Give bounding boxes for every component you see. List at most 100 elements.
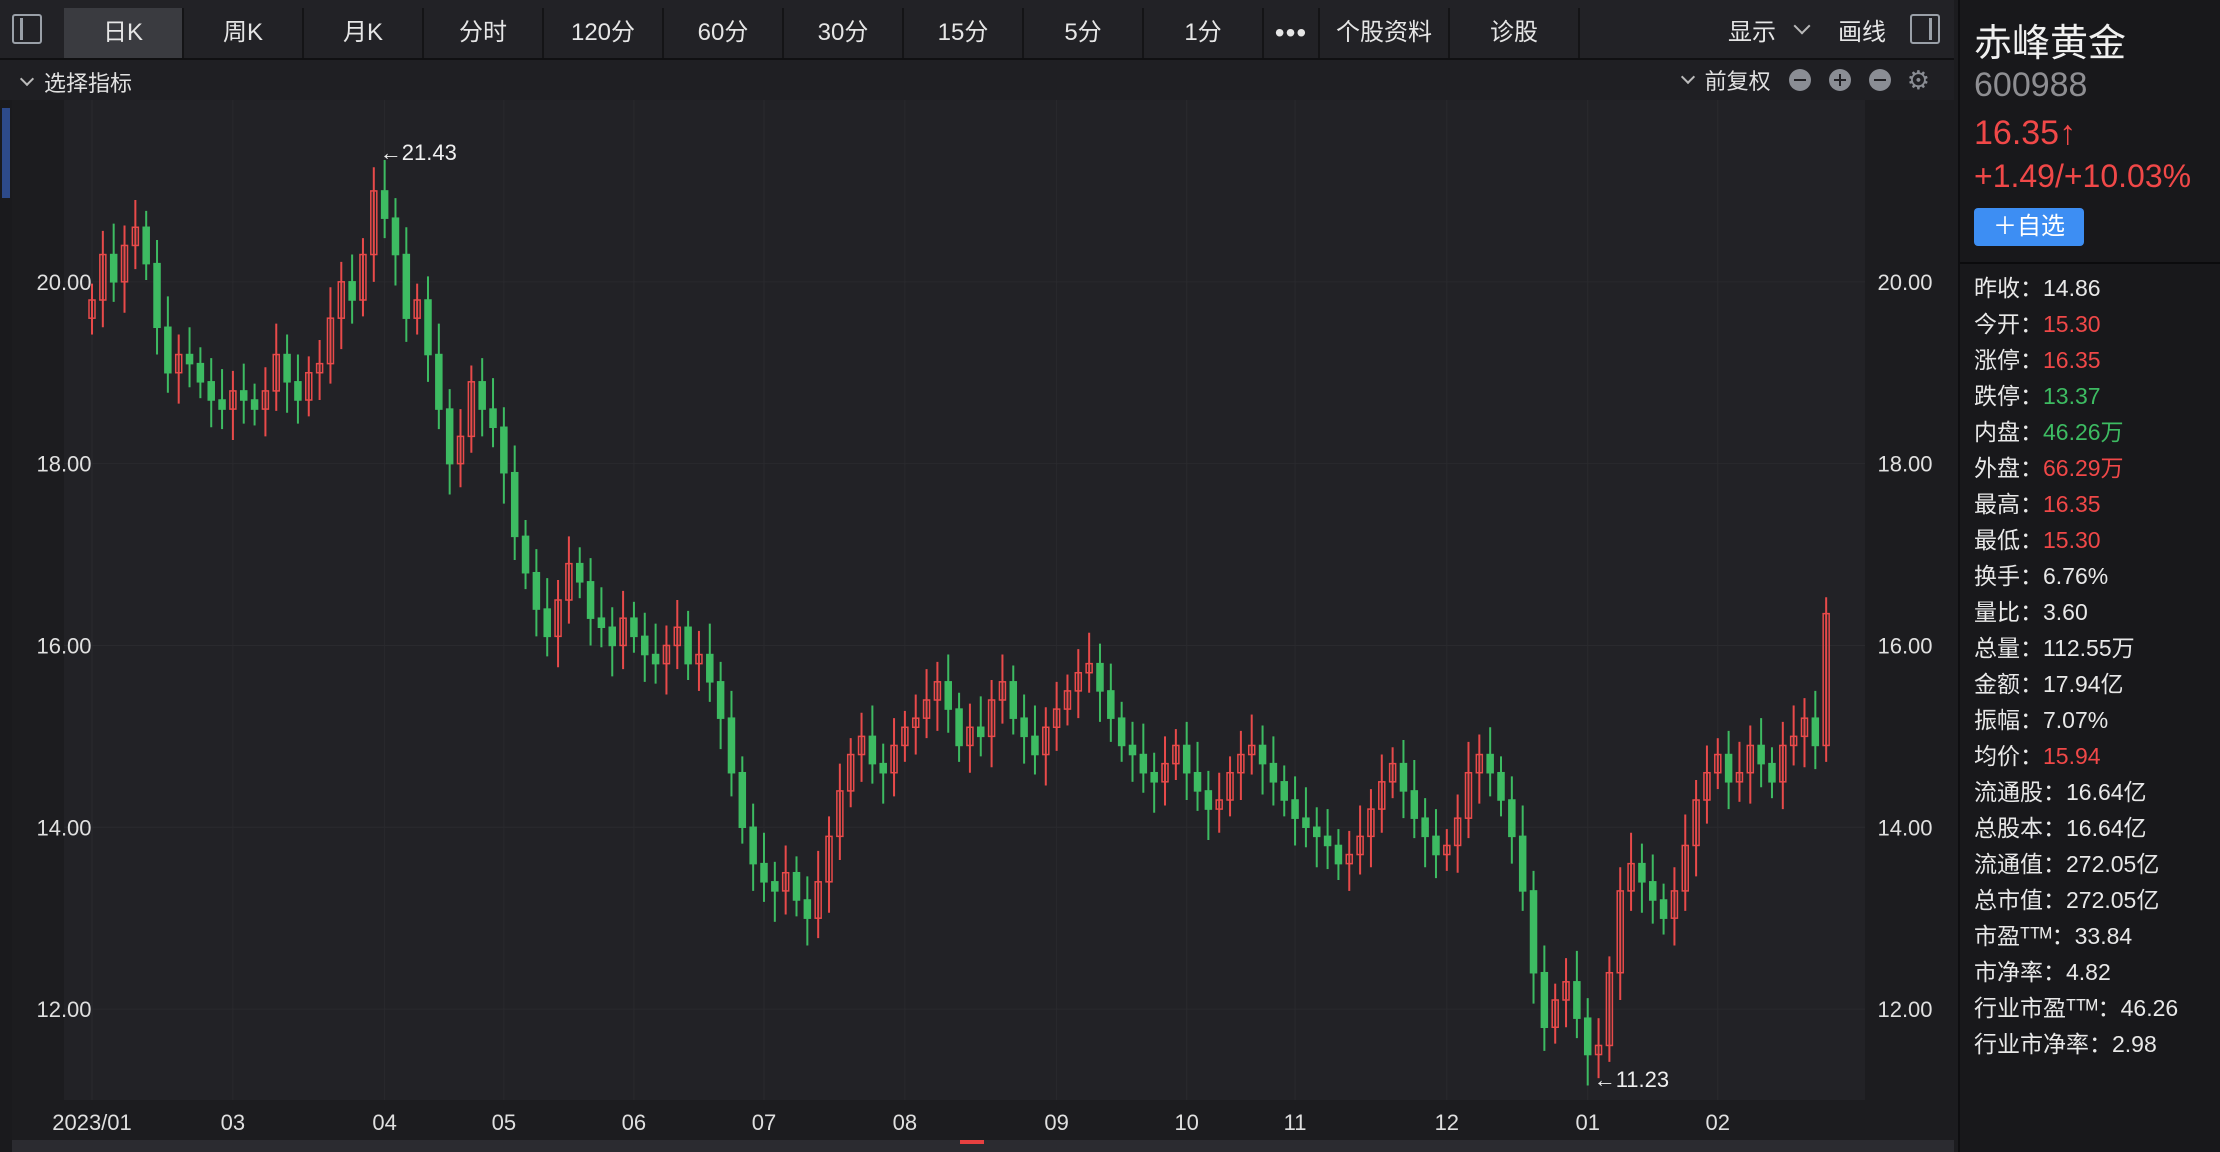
candle-body bbox=[586, 581, 595, 619]
stat-row: 流通值：272.05亿 bbox=[1974, 846, 2178, 882]
candle-body bbox=[1757, 744, 1765, 765]
stat-label: 今开： bbox=[1974, 311, 2043, 337]
candle-body bbox=[1486, 753, 1494, 774]
stat-row: 最高：16.35 bbox=[1974, 486, 2178, 522]
candle-body bbox=[283, 353, 291, 383]
stat-row: 昨收：14.86 bbox=[1974, 270, 2178, 306]
x-tick-label: 2023/01 bbox=[52, 1110, 132, 1135]
y-tick-label-left: 20.00 bbox=[36, 270, 91, 295]
candle-body bbox=[424, 299, 432, 356]
zoom-in-icon[interactable] bbox=[1828, 69, 1851, 91]
stat-label: 昨收： bbox=[1974, 275, 2043, 301]
stat-row: 振幅：7.07% bbox=[1974, 702, 2178, 738]
stat-row: 今开：15.30 bbox=[1974, 306, 2178, 342]
left-strip-marker bbox=[2, 108, 10, 198]
zoom-out-icon[interactable] bbox=[1788, 69, 1811, 91]
more-menu-button[interactable]: ••• bbox=[1264, 8, 1320, 58]
quote-stats: 昨收：14.86 今开：15.30 涨停：16.35 跌停：13.37 内盘：46.26… bbox=[1974, 270, 2178, 1062]
candle-body bbox=[977, 726, 985, 738]
x-tick-label: 02 bbox=[1706, 1110, 1730, 1135]
add-to-watchlist-button[interactable]: ＋自选 bbox=[1974, 208, 2084, 246]
tab-5min[interactable]: 5分 bbox=[1024, 8, 1144, 58]
candle-body bbox=[727, 717, 736, 774]
candle-body bbox=[706, 653, 714, 683]
candle-body bbox=[1280, 781, 1288, 801]
current-price: 16.35↑ bbox=[1974, 114, 2077, 152]
candle-body bbox=[651, 653, 660, 665]
candle-body bbox=[1573, 981, 1581, 1019]
candle-body bbox=[218, 399, 226, 410]
tab-1min[interactable]: 1分 bbox=[1144, 8, 1264, 58]
tab-week-k[interactable]: 周K bbox=[184, 8, 304, 58]
candlestick-chart[interactable]: 12.00 12.00 14.00 14.00 16.00 16.00 18.00 18.00… bbox=[12, 100, 1954, 1140]
candle-body bbox=[1410, 790, 1419, 819]
candle-body bbox=[207, 381, 215, 401]
candle-body bbox=[142, 226, 150, 265]
x-tick-label: 12 bbox=[1435, 1110, 1459, 1135]
candle-body bbox=[575, 562, 584, 583]
candle-body bbox=[1139, 753, 1148, 774]
y-tick-label-right: 16.00 bbox=[1877, 633, 1932, 658]
left-strip bbox=[0, 100, 12, 1152]
stat-row: 市盈ᵀᵀᴹ：33.84 bbox=[1974, 918, 2178, 954]
stat-value: 66.29万 bbox=[2043, 455, 2124, 481]
display-dropdown[interactable]: 显示 bbox=[1728, 12, 1776, 47]
candle-body bbox=[868, 735, 877, 765]
bottom-scrollbar[interactable] bbox=[12, 1140, 1954, 1152]
candle-body bbox=[716, 681, 725, 719]
minimize-icon[interactable] bbox=[1868, 69, 1891, 91]
stat-value: 14.86 bbox=[2043, 275, 2101, 301]
candle-body bbox=[1128, 744, 1137, 756]
diagnose-tab[interactable]: 诊股 bbox=[1450, 8, 1580, 58]
candle-body bbox=[1031, 735, 1039, 756]
quote-panel: 赤峰黄金 600988 16.35↑ +1.49/+10.03% ＋自选 昨收：… bbox=[1958, 0, 2220, 1152]
stat-value: 272.05亿 bbox=[2066, 851, 2160, 877]
stat-row: 外盘：66.29万 bbox=[1974, 450, 2178, 486]
stock-profile-tab[interactable]: 个股资料 bbox=[1320, 8, 1450, 58]
stat-row: 最低：15.30 bbox=[1974, 522, 2178, 558]
stat-row: 内盘：46.26万 bbox=[1974, 414, 2178, 450]
indicator-selector[interactable]: 选择指标 bbox=[18, 66, 132, 98]
candle-body bbox=[1193, 771, 1202, 792]
tab-15min[interactable]: 15分 bbox=[904, 8, 1024, 58]
stat-row: 换手：6.76% bbox=[1974, 558, 2178, 594]
tab-intraday[interactable]: 分时 bbox=[424, 8, 544, 58]
candle-body bbox=[749, 826, 757, 865]
y-tick-label-right: 20.00 bbox=[1877, 270, 1932, 295]
left-panel-toggle-icon[interactable] bbox=[12, 14, 42, 44]
indicator-select-label: 选择指标 bbox=[44, 71, 133, 96]
adjust-mode-dropdown[interactable]: 前复权 bbox=[1705, 64, 1771, 96]
stat-label: 行业市盈ᵀᵀᴹ： bbox=[1974, 995, 2121, 1021]
stat-label: 量比： bbox=[1974, 599, 2043, 625]
chevron-down-icon[interactable] bbox=[1793, 17, 1811, 35]
stat-value: 17.94亿 bbox=[2043, 671, 2124, 697]
candle-body bbox=[1096, 662, 1104, 692]
stat-label: 总股本： bbox=[1974, 815, 2066, 841]
candle-body bbox=[1182, 744, 1191, 774]
y-tick-label-right: 12.00 bbox=[1877, 997, 1932, 1022]
stat-value: 13.37 bbox=[2043, 383, 2101, 409]
tab-60min[interactable]: 60分 bbox=[664, 8, 784, 58]
stat-label: 振幅： bbox=[1974, 707, 2043, 733]
indicator-bar: 选择指标 前复权 ⚙ bbox=[0, 60, 1954, 100]
candle-body bbox=[1768, 762, 1776, 783]
candle-body bbox=[597, 617, 606, 629]
stat-value: 6.76% bbox=[2043, 563, 2109, 589]
candle-body bbox=[1291, 799, 1299, 819]
candle-body bbox=[955, 708, 963, 747]
draw-line-button[interactable]: 画线 bbox=[1838, 12, 1886, 47]
candle-body bbox=[738, 771, 747, 829]
stat-value: 46.26 bbox=[2120, 995, 2179, 1021]
candle-body bbox=[1150, 771, 1158, 783]
y-tick-label-left: 16.00 bbox=[36, 633, 91, 658]
right-panel-toggle-icon[interactable] bbox=[1910, 14, 1940, 44]
y-tick-label-right: 18.00 bbox=[1877, 452, 1932, 477]
tab-120min[interactable]: 120分 bbox=[544, 8, 664, 58]
stat-value: 16.64亿 bbox=[2066, 815, 2147, 841]
tab-month-k[interactable]: 月K bbox=[304, 8, 424, 58]
candle-body bbox=[1204, 790, 1213, 810]
chevron-down-icon[interactable] bbox=[1680, 69, 1695, 85]
tab-day-k[interactable]: 日K bbox=[64, 8, 184, 58]
tab-30min[interactable]: 30分 bbox=[784, 8, 904, 58]
gear-icon[interactable]: ⚙ bbox=[1907, 65, 1930, 96]
